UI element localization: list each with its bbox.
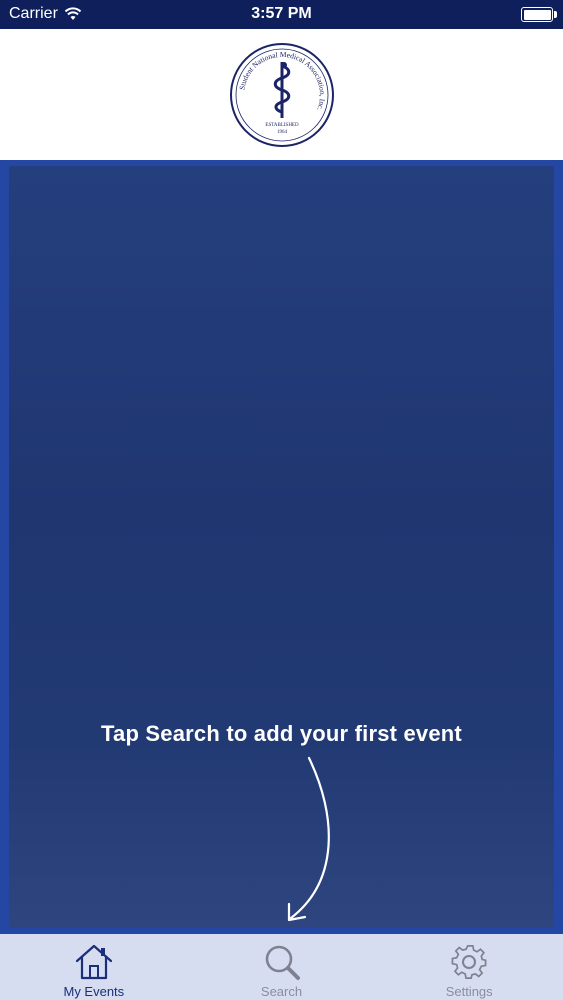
tab-search[interactable]: Search [188,934,376,1000]
tab-my-events-label: My Events [63,984,125,999]
tab-my-events[interactable]: My Events [0,934,188,1000]
tab-search-label: Search [260,984,303,999]
search-icon [265,945,300,980]
battery-tip [554,11,557,18]
gear-icon [451,944,487,980]
seal-year: 1964 [277,130,288,135]
empty-state-hint: Tap Search to add your first event [101,721,462,746]
tab-bar: My Events Search Settings [0,934,563,1000]
app-header: Student National Medical Association, In… [0,29,563,160]
status-time: 3:57 PM [251,5,312,22]
tab-settings[interactable]: Settings [375,934,563,1000]
main-content-frame: Tap Search to add your first event [0,160,563,934]
organization-seal-logo: Student National Medical Association, In… [229,42,334,147]
events-empty-panel: Tap Search to add your first event [9,166,554,928]
curved-arrow-icon [287,756,330,922]
seal-established-label: ESTABLISHED [265,123,299,128]
home-icon [75,944,112,980]
tab-settings-label: Settings [445,984,493,999]
battery-icon [521,7,553,22]
status-bar: Carrier 3:57 PM [0,0,563,29]
